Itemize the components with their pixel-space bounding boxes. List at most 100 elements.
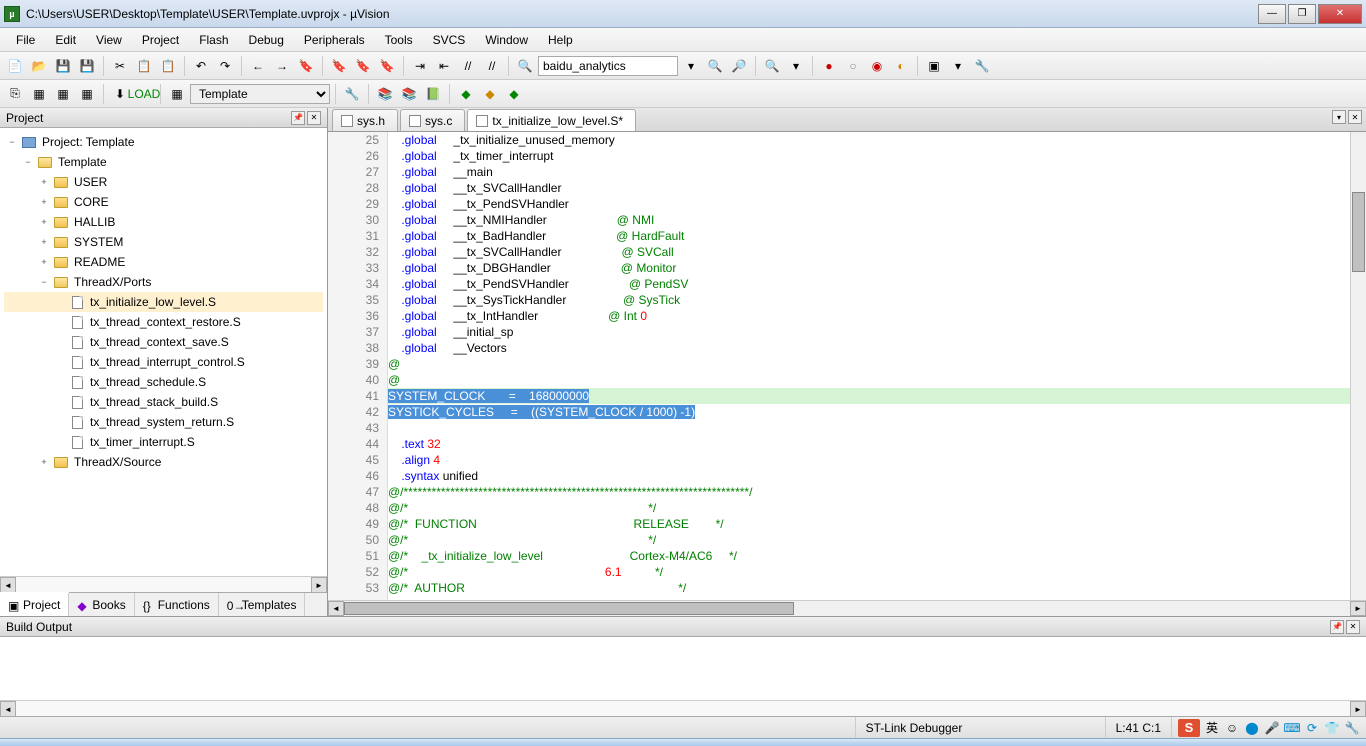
outdent-icon[interactable]: ⇤ [433,55,455,77]
tab-functions[interactable]: {}Functions [135,593,219,616]
menu-file[interactable]: File [6,30,45,50]
windows-taskbar[interactable] [0,738,1366,746]
dropdown-icon[interactable]: ▾ [680,55,702,77]
pack-icon[interactable]: ◆ [455,83,477,105]
code-editor[interactable]: .global _tx_initialize_unused_memory .gl… [388,132,1350,600]
tree-group-ports[interactable]: −ThreadX/Ports [4,272,323,292]
menu-help[interactable]: Help [538,30,583,50]
tray-icon[interactable]: ⌨ [1284,720,1300,736]
panel-pin-icon[interactable]: 📌 [291,111,305,125]
menu-peripherals[interactable]: Peripherals [294,30,375,50]
vertical-scrollbar[interactable] [1350,132,1366,600]
download-icon[interactable]: LOAD [133,83,155,105]
batch-build-icon[interactable]: ▦ [76,83,98,105]
tray-icon[interactable]: ⟳ [1304,720,1320,736]
menu-project[interactable]: Project [132,30,189,50]
pack3-icon[interactable]: ◆ [503,83,525,105]
find-next-icon[interactable]: 🔍 [704,55,726,77]
save-all-icon[interactable]: 💾 [76,55,98,77]
breakpoint-enable-icon[interactable]: ◉ [866,55,888,77]
bookmark-clear-icon[interactable]: 🔖 [376,55,398,77]
tree-file[interactable]: tx_initialize_low_level.S [4,292,323,312]
target-combo[interactable]: Template [190,84,330,104]
manage2-icon[interactable]: 📚 [398,83,420,105]
tree-file[interactable]: tx_thread_stack_build.S [4,392,323,412]
editor-tab[interactable]: sys.h [332,109,398,131]
build-icon[interactable]: ▦ [28,83,50,105]
tray-icon[interactable]: 🔧 [1344,720,1360,736]
nav-fwd-icon[interactable]: → [271,55,293,77]
editor-tab-active[interactable]: tx_initialize_low_level.S* [467,109,636,131]
comment-icon[interactable]: // [457,55,479,77]
tray-icon[interactable]: 👕 [1324,720,1340,736]
editor-hscroll[interactable]: ◄► [328,600,1366,616]
paste-icon[interactable]: 📋 [157,55,179,77]
menu-tools[interactable]: Tools [375,30,423,50]
tab-templates[interactable]: 0→Templates [219,593,306,616]
menu-edit[interactable]: Edit [45,30,86,50]
open-icon[interactable]: 📂 [28,55,50,77]
menu-debug[interactable]: Debug [239,30,294,50]
tree-group-core[interactable]: +CORE [4,192,323,212]
incremental-find-icon[interactable]: 🔎 [728,55,750,77]
tree-file[interactable]: tx_thread_schedule.S [4,372,323,392]
tree-root[interactable]: −Project: Template [4,132,323,152]
tree-file[interactable]: tx_timer_interrupt.S [4,432,323,452]
tree-group-user[interactable]: +USER [4,172,323,192]
config-icon[interactable]: 🔧 [971,55,993,77]
bookmark-next-icon[interactable]: 🔖 [352,55,374,77]
dropdown2-icon[interactable]: ▾ [785,55,807,77]
tab-menu-icon[interactable]: ▾ [1332,110,1346,124]
tree-group-system[interactable]: +SYSTEM [4,232,323,252]
menu-svcs[interactable]: SVCS [423,30,476,50]
translate-icon[interactable]: ⎘ [4,83,26,105]
tree-target[interactable]: −Template [4,152,323,172]
copy-icon[interactable]: 📋 [133,55,155,77]
breakpoint-kill-icon[interactable]: ◐ [890,55,912,77]
output-hscroll[interactable]: ◄► [0,700,1366,716]
bookmark-icon[interactable]: 🔖 [295,55,317,77]
find-icon[interactable]: 🔍 [514,55,536,77]
rebuild-icon[interactable]: ▦ [52,83,74,105]
options-icon[interactable]: 🔧 [341,83,363,105]
panel-close-icon[interactable]: ✕ [307,111,321,125]
window-icon[interactable]: ▣ [923,55,945,77]
tray-icon[interactable]: ☺ [1224,720,1240,736]
tray-icon[interactable]: 🎤 [1264,720,1280,736]
lang-icon[interactable]: 英 [1204,720,1220,736]
sidebar-hscroll[interactable]: ◄► [0,576,327,592]
maximize-button[interactable]: ❐ [1288,4,1316,24]
panel-pin-icon[interactable]: 📌 [1330,620,1344,634]
tab-books[interactable]: ◆Books [69,593,134,616]
debug-icon[interactable]: 🔍 [761,55,783,77]
cut-icon[interactable]: ✂ [109,55,131,77]
tree-file[interactable]: tx_thread_context_save.S [4,332,323,352]
tree-group-hallib[interactable]: +HALLIB [4,212,323,232]
tray-icon[interactable]: ⬤ [1244,720,1260,736]
breakpoint-disable-icon[interactable]: ○ [842,55,864,77]
pack2-icon[interactable]: ◆ [479,83,501,105]
undo-icon[interactable]: ↶ [190,55,212,77]
save-icon[interactable]: 💾 [52,55,74,77]
menu-view[interactable]: View [86,30,132,50]
tree-file[interactable]: tx_thread_system_return.S [4,412,323,432]
minimize-button[interactable]: — [1258,4,1286,24]
tree-file[interactable]: tx_thread_context_restore.S [4,312,323,332]
tree-file[interactable]: tx_thread_interrupt_control.S [4,352,323,372]
tree-group-readme[interactable]: +README [4,252,323,272]
search-input[interactable] [538,56,678,76]
editor-tab[interactable]: sys.c [400,109,465,131]
tree-group-source[interactable]: +ThreadX/Source [4,452,323,472]
output-text[interactable] [0,637,1366,700]
manage3-icon[interactable]: 📗 [422,83,444,105]
tab-project[interactable]: ▣Project [0,592,69,616]
manage-icon[interactable]: 📚 [374,83,396,105]
panel-close-icon[interactable]: ✕ [1346,620,1360,634]
menu-window[interactable]: Window [475,30,538,50]
indent-icon[interactable]: ⇥ [409,55,431,77]
bookmark-prev-icon[interactable]: 🔖 [328,55,350,77]
uncomment-icon[interactable]: // [481,55,503,77]
target-icon[interactable]: ▦ [166,83,188,105]
close-button[interactable]: ✕ [1318,4,1362,24]
redo-icon[interactable]: ↷ [214,55,236,77]
